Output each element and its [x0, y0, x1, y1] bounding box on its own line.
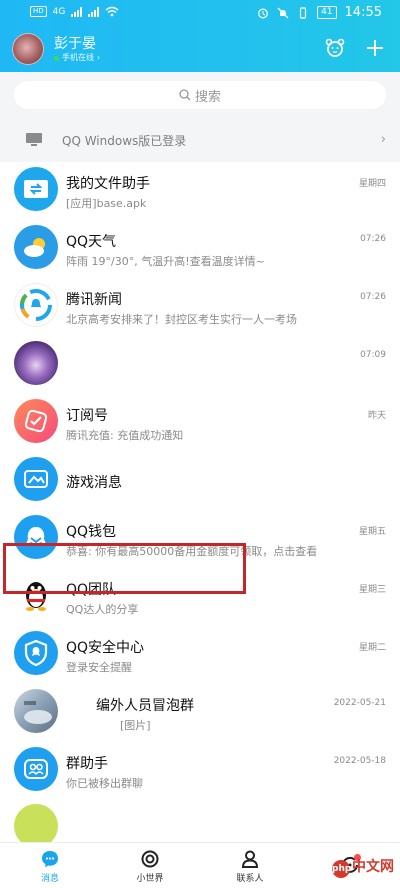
- chat-time: 2022-05-21: [333, 698, 386, 708]
- chat-row-group-helper[interactable]: 群助手 你已被移出群聊 2022-05-18: [0, 742, 400, 800]
- online-dot-icon: [54, 55, 59, 61]
- clock: 14:55: [344, 5, 382, 20]
- nav-contacts[interactable]: 联系人: [200, 843, 300, 888]
- online-status[interactable]: 手机在线 ›: [54, 53, 100, 63]
- chat-subtitle: [应用]base.apk: [66, 197, 147, 210]
- search-icon: [179, 89, 191, 101]
- chat-title: QQ天气: [66, 234, 117, 250]
- header-bar: HD 4G 41 14:55 彭于晏 手机在线 ›: [0, 0, 400, 72]
- chat-subtitle: 北京高考安排来了！封控区考生实行一人一考场: [66, 313, 297, 326]
- chat-title: 我的文件助手: [66, 176, 150, 192]
- watermark-text: 中文网: [352, 859, 394, 875]
- profile[interactable]: 彭于晏 手机在线 ›: [12, 33, 100, 65]
- signal-icon-2: [88, 6, 100, 17]
- status-bar: HD 4G 41 14:55: [0, 0, 400, 28]
- user-avatar: [14, 341, 58, 385]
- chat-row-user[interactable]: 07:09: [0, 336, 400, 394]
- wifi-icon: [105, 6, 119, 17]
- mascot-icon[interactable]: [324, 37, 346, 59]
- group-avatar: [14, 689, 58, 733]
- chat-subtitle: QQ达人的分享: [66, 603, 139, 616]
- chat-title: 游戏消息: [66, 475, 122, 491]
- chat-row-security-center[interactable]: QQ安全中心 登录安全提醒 星期二: [0, 626, 400, 684]
- search-area: 搜索: [0, 72, 400, 118]
- chat-time: 07:26: [360, 292, 386, 302]
- status-right: 41 14:55: [257, 5, 382, 20]
- nav-label: 小世界: [136, 873, 164, 884]
- alarm-icon: [258, 8, 269, 18]
- chat-subtitle: 登录安全提醒: [66, 661, 132, 674]
- security-shield-icon: [14, 631, 58, 675]
- online-status-label: 手机在线: [62, 53, 94, 62]
- weather-icon: [14, 225, 58, 269]
- chat-time: 07:26: [360, 234, 386, 244]
- avatar[interactable]: [12, 33, 44, 65]
- profile-name: 彭于晏: [54, 36, 96, 52]
- chat-row-tencent-news[interactable]: 腾讯新闻 北京高考安排来了！封控区考生实行一人一考场 07:26: [0, 278, 400, 336]
- game-icon: [14, 457, 58, 501]
- chat-time: 星期四: [358, 179, 386, 189]
- chat-subtitle: 腾讯充值: 充值成功通知: [66, 429, 184, 442]
- chat-list: 我的文件助手 [应用]base.apk 星期四 QQ天气 阵雨 19°/30°,…: [0, 162, 400, 858]
- status-left: HD 4G: [30, 6, 119, 17]
- nav-label: 消息: [40, 873, 59, 884]
- highlight-box: [3, 543, 246, 594]
- chat-subtitle: 阵雨 19°/30°, 气温升高!查看温度详情~: [66, 255, 265, 268]
- contacts-icon: [239, 848, 261, 870]
- chat-time: 昨天: [367, 411, 386, 421]
- nav-messages[interactable]: 消息: [0, 843, 100, 888]
- search-input[interactable]: 搜索: [14, 81, 386, 109]
- chat-title: 订阅号: [66, 408, 108, 424]
- chat-title: 群助手: [66, 756, 108, 772]
- chevron-right-icon: ›: [97, 53, 101, 62]
- nav-label: 联系人: [236, 873, 264, 884]
- add-icon[interactable]: [364, 37, 386, 59]
- tencent-news-icon: [14, 283, 58, 327]
- group-helper-icon: [14, 747, 58, 791]
- chat-title: QQ钱包: [66, 524, 117, 540]
- chat-time: 07:09: [360, 350, 386, 360]
- chat-row-group-bubble[interactable]: 编外人员冒泡群 [图片] 2022-05-21: [0, 684, 400, 742]
- monitor-icon: [24, 130, 44, 150]
- chat-bubble-icon: [39, 848, 61, 870]
- file-transfer-icon: [14, 167, 58, 211]
- chat-title: 编外人员冒泡群: [96, 698, 194, 714]
- pc-login-bar[interactable]: QQ Windows版已登录 ›: [0, 118, 400, 162]
- watermark-badge: php: [332, 860, 351, 878]
- chat-title: QQ安全中心: [66, 640, 145, 656]
- chat-title: 腾讯新闻: [66, 292, 122, 308]
- hd-icon: HD: [30, 6, 47, 17]
- chat-time: 星期五: [358, 527, 386, 537]
- pc-login-text: QQ Windows版已登录: [62, 133, 187, 148]
- chat-time: 2022-05-18: [333, 756, 386, 766]
- vibrate-icon: [299, 6, 307, 19]
- signal-icon: [71, 6, 83, 17]
- small-world-icon: [139, 848, 161, 870]
- chat-time: 星期二: [358, 643, 386, 653]
- chat-subtitle: 你已被移出群聊: [66, 777, 143, 790]
- chat-row-subscriptions[interactable]: 订阅号 腾讯充值: 充值成功通知 昨天: [0, 394, 400, 452]
- nav-small-world[interactable]: 小世界: [100, 843, 200, 888]
- search-placeholder: 搜索: [194, 89, 221, 105]
- chat-time: 星期三: [358, 585, 386, 595]
- battery-icon: 41: [317, 6, 337, 19]
- mute-icon: [277, 7, 289, 18]
- chevron-right-icon: ›: [380, 132, 386, 147]
- network-label: 4G: [52, 6, 66, 17]
- chat-row-file-assistant[interactable]: 我的文件助手 [应用]base.apk 星期四: [0, 162, 400, 220]
- chat-row-weather[interactable]: QQ天气 阵雨 19°/30°, 气温升高!查看温度详情~ 07:26: [0, 220, 400, 278]
- chat-row-game-messages[interactable]: 游戏消息: [0, 452, 400, 510]
- subscription-icon: [14, 399, 58, 443]
- chat-subtitle: [图片]: [120, 719, 151, 732]
- watermark: php中文网: [332, 856, 394, 878]
